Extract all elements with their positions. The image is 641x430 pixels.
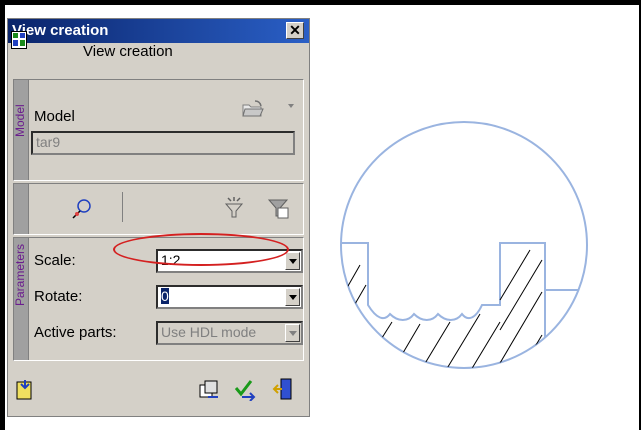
toolbar-tab: [14, 184, 29, 234]
view-creation-panel: View creation ✕ View creation Model Mode…: [7, 18, 310, 417]
active-parts-value: Use HDL mode: [161, 324, 257, 340]
rotate-label: Rotate:: [34, 288, 83, 305]
active-parts-dropdown-button[interactable]: [285, 324, 300, 342]
open-folder-icon[interactable]: [242, 100, 264, 118]
parameters-tab[interactable]: Parameters: [13, 238, 29, 360]
parameters-tab-label: Parameters: [13, 243, 27, 306]
model-tab-label: Model: [13, 104, 27, 137]
scale-dropdown-button[interactable]: [285, 252, 300, 270]
active-parts-select[interactable]: Use HDL mode: [156, 321, 303, 345]
filter-clear-icon[interactable]: [266, 196, 290, 220]
filter-icon[interactable]: [222, 196, 246, 220]
selection-toolbar: [13, 183, 304, 235]
title-bar: View creation ✕: [8, 19, 309, 43]
model-section: Model Model tar9: [13, 79, 304, 181]
toolbar-divider: [122, 192, 123, 222]
detail-circle: [340, 121, 588, 369]
model-tab[interactable]: Model: [13, 80, 29, 180]
pick-element-icon[interactable]: [71, 198, 93, 220]
rotate-value: 0: [161, 288, 169, 304]
hatch-lines: [341, 249, 543, 368]
rotate-select[interactable]: 0: [156, 285, 303, 309]
copy-icon[interactable]: [198, 379, 220, 401]
detail-view-drawing: [340, 121, 588, 369]
model-label: Model: [34, 108, 75, 125]
scale-label: Scale:: [34, 252, 76, 269]
model-name-field[interactable]: tar9: [31, 131, 295, 155]
close-icon: ✕: [289, 22, 301, 38]
scale-highlight-ellipse: [113, 233, 289, 266]
active-parts-label: Active parts:: [34, 324, 117, 341]
screen-top-border: [0, 0, 641, 5]
exit-icon[interactable]: [272, 377, 294, 401]
header-label: View creation: [83, 43, 173, 60]
chevron-down-icon[interactable]: [288, 104, 294, 108]
close-button[interactable]: ✕: [286, 22, 304, 39]
view-creation-icon: [11, 31, 27, 49]
part-outline: [341, 242, 587, 368]
import-icon[interactable]: [16, 379, 36, 401]
apply-icon[interactable]: [234, 379, 256, 401]
rotate-dropdown-button[interactable]: [285, 288, 300, 306]
screen-left-border: [0, 0, 5, 430]
